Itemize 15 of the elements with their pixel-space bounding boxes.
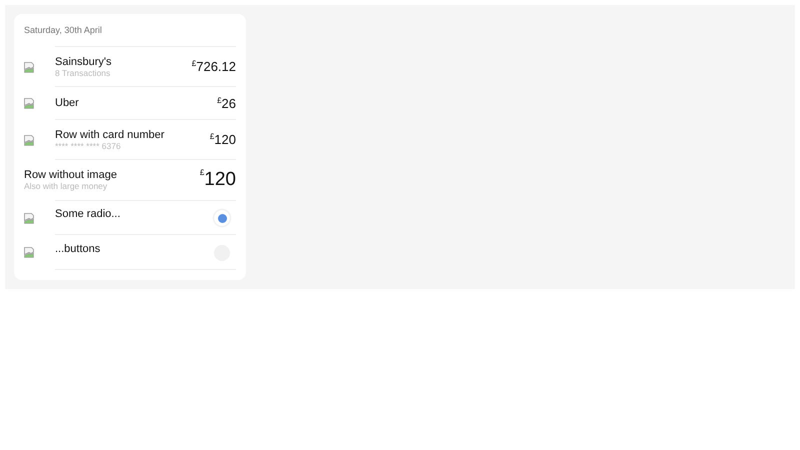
row-title: Some radio... — [55, 208, 120, 222]
amount: £120 — [210, 131, 236, 150]
row-title: Uber — [55, 96, 79, 110]
amount: £120 — [200, 167, 236, 192]
row-subtitle: 8 Transactions — [55, 68, 112, 78]
amount: £726.12 — [192, 58, 236, 76]
amount: £26 — [217, 94, 236, 113]
row-title: ...buttons — [55, 242, 100, 256]
row-title: Sainsbury's — [55, 56, 112, 69]
date-header: Saturday, 30th April — [24, 24, 103, 37]
row-subtitle: Also with large money — [24, 182, 108, 192]
row-subtitle: **** **** **** 6376 — [55, 142, 122, 152]
row-title: Row without image — [24, 169, 117, 182]
row-title: Row with card number — [55, 128, 164, 142]
radio-button[interactable] — [214, 210, 230, 226]
